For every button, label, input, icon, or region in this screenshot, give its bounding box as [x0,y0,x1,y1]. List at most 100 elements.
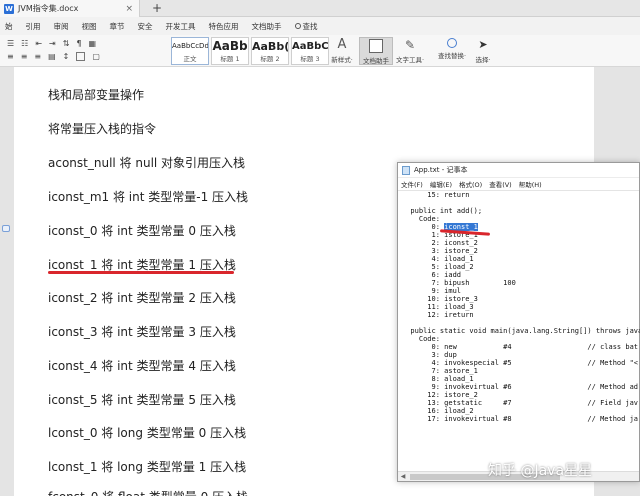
doc-line: 栈和局部变量操作 [48,88,145,102]
notepad-window[interactable]: App.txt - 记事本 文件(F) 编辑(E) 格式(O) 查看(V) 帮助… [397,162,640,482]
scroll-left-icon[interactable]: ◀ [398,472,408,482]
align-center-icon[interactable]: ≡ [21,52,28,61]
text-tools-button[interactable]: ✎ 文字工具· [393,37,427,65]
menu-item-features[interactable]: 特色应用 [209,21,239,32]
style-normal[interactable]: AaBbCcDd 正文 [171,37,209,65]
notepad-line: 11: iload_3 [402,303,474,311]
style-gallery: AaBbCcDd 正文 AaBb 标题 1 AaBb( 标题 2 AaBbC 标… [171,37,331,65]
search-icon [294,23,301,29]
menu-item-references[interactable]: 引用 [26,21,41,32]
doc-line: lconst_1 将 long 类型常量 1 压入栈 [48,460,247,474]
indent-increase-icon[interactable]: ⇥ [49,39,56,48]
notepad-line: Code: [402,215,440,223]
notepad-menu-format[interactable]: 格式(O) [459,179,482,189]
doc-line: iconst_m1 将 int 类型常量-1 压入栈 [48,190,249,204]
notepad-icon [402,165,410,175]
select-label: 选择· [475,56,491,64]
notepad-line: 0: iconst_1 [402,223,640,231]
notepad-line: 0: new #4 // class bat [402,343,639,351]
doc-line: 将常量压入栈的指令 [48,122,157,136]
notepad-line: Code: [402,335,440,343]
style-heading-2-sample: AaBb( [252,40,289,53]
list-numbers-icon[interactable]: ☷ [21,39,28,48]
notepad-line: 9: invokevirtual #6 // Method ad [402,383,639,391]
red-annotation-underline [48,271,234,274]
line-spacing-icon[interactable]: ↕ [63,52,70,61]
style-heading-1-name: 标题 1 [220,55,240,63]
find-replace-button[interactable]: 查找替换· [435,37,469,65]
notepad-line: 16: iload_2 [402,407,474,415]
document-assistant-button[interactable]: 文档助手 [359,37,393,65]
screen: W JVM指令集.docx × + 始 引用 审阅 视图 章节 安全 开发工具 … [0,0,640,496]
new-style-label: 新样式· [331,56,353,64]
title-bar: W JVM指令集.docx × + [0,0,640,17]
menu-bar: 始 引用 审阅 视图 章节 安全 开发工具 特色应用 文档助手 查找 [0,17,640,35]
menu-item-review[interactable]: 审阅 [54,21,69,32]
notepad-line: 17: invokevirtual #8 // Method ja [402,415,639,423]
notepad-title-bar[interactable]: App.txt - 记事本 [398,163,639,178]
notepad-menu-help[interactable]: 帮助(H) [519,179,542,189]
document-tab[interactable]: W JVM指令集.docx × [0,0,140,17]
list-bullets-icon[interactable]: ☰ [7,39,14,48]
new-style-button[interactable]: A 新样式· [325,37,359,65]
document-tab-label: JVM指令集.docx [18,4,79,13]
doc-line: fconst_0 将 float 类型常量 0 压入栈 [48,488,248,496]
style-heading-1[interactable]: AaBb 标题 1 [211,37,249,65]
menu-item-developer[interactable]: 开发工具 [166,21,196,32]
notepad-line: 12: ireturn [402,311,474,319]
doc-line: iconst_4 将 int 类型常量 4 压入栈 [48,359,236,373]
indent-decrease-icon[interactable]: ⇤ [35,39,42,48]
notepad-line: 4: iload_1 [402,255,474,263]
sort-icon[interactable]: ⇅ [63,39,70,48]
notepad-line: 3: istore_2 [402,247,478,255]
notepad-text-area[interactable]: 15: return public int add(); Code: 0: ic… [402,191,640,473]
paragraph-tools-row-2: ≡ ≡ ≡ ▤ ↕ ▢ [0,50,170,63]
notepad-line: 3: dup [402,351,457,359]
notepad-menu-view[interactable]: 查看(V) [489,179,512,189]
comment-marker-icon[interactable] [2,225,10,232]
notepad-line: 2: iconst_2 [402,239,478,247]
align-left-icon[interactable]: ≡ [7,52,14,61]
show-marks-icon[interactable]: ¶ [76,39,81,48]
left-navigation-bar [0,67,14,496]
notepad-line: 15: return [402,191,470,199]
notepad-line: 7: astore_1 [402,367,478,375]
menu-item-start[interactable]: 始 [5,21,13,32]
menu-item-view[interactable]: 视图 [82,21,97,32]
notepad-line: 6: iadd [402,271,462,279]
style-heading-2[interactable]: AaBb( 标题 2 [251,37,289,65]
notepad-menu-file[interactable]: 文件(F) [401,179,423,189]
style-normal-sample: AaBbCcDd [172,42,209,50]
document-assistant-icon [369,39,383,53]
notepad-line [402,199,640,207]
menu-item-sections[interactable]: 章节 [110,21,125,32]
doc-line: iconst_2 将 int 类型常量 2 压入栈 [48,291,236,305]
new-tab-icon[interactable]: + [152,0,162,17]
style-heading-3-name: 标题 3 [300,55,320,63]
notepad-line-prefix: 0: [402,223,445,231]
notepad-line: 12: istore_2 [402,391,478,399]
style-heading-3[interactable]: AaBbC 标题 3 [291,37,329,65]
text-tools-label: 文字工具· [395,56,425,64]
table-icon[interactable]: ▦ [89,39,97,48]
ribbon-toolbar: ☰ ☷ ⇤ ⇥ ⇅ ¶ ▦ ≡ ≡ ≡ ▤ ↕ ▢ AaBbCcDd 正文 Aa… [0,35,640,67]
paragraph-tools: ☰ ☷ ⇤ ⇥ ⇅ ¶ ▦ ≡ ≡ ≡ ▤ ↕ ▢ [0,37,170,65]
notepad-line: 8: aload_1 [402,375,474,383]
align-justify-icon[interactable]: ▤ [48,52,56,61]
menu-item-security[interactable]: 安全 [138,21,153,32]
shading-icon[interactable] [76,52,86,61]
find-replace-label: 查找替换· [437,52,467,60]
close-tab-icon[interactable]: × [125,4,133,14]
notepad-line [402,319,640,327]
notepad-menu-edit[interactable]: 编辑(E) [430,179,452,189]
align-right-icon[interactable]: ≡ [34,52,41,61]
notepad-title: App.txt - 记事本 [414,166,468,174]
style-heading-3-sample: AaBbC [292,41,329,52]
menu-search[interactable]: 查找 [294,21,318,32]
select-button[interactable]: ➤ 选择· [466,37,500,65]
notepad-menu-bar: 文件(F) 编辑(E) 格式(O) 查看(V) 帮助(H) [398,178,639,191]
menu-item-doc-assistant[interactable]: 文档助手 [252,21,282,32]
doc-line: lconst_0 将 long 类型常量 0 压入栈 [48,426,247,440]
menu-search-label: 查找 [302,21,318,31]
border-icon[interactable]: ▢ [92,52,100,61]
